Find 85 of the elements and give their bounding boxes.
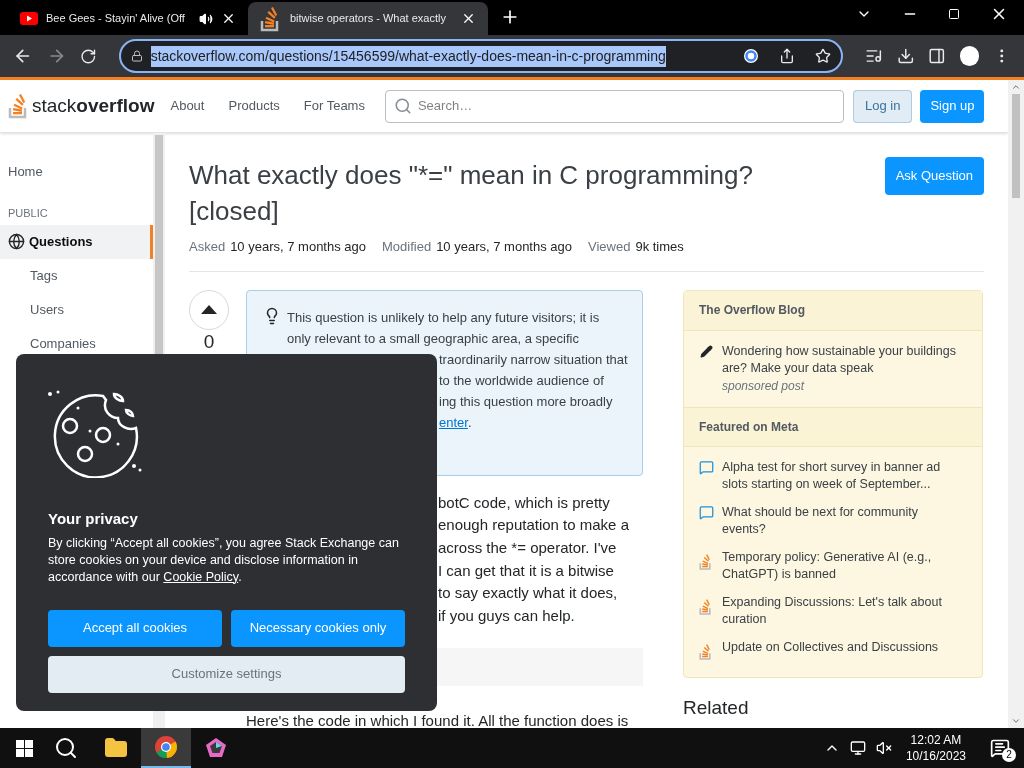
notice-line: to the worldwide audience of [439, 371, 604, 390]
nav-item[interactable]: Users [0, 292, 153, 327]
sidebar-heading: Featured on Meta [699, 418, 799, 436]
media-icon[interactable] [865, 47, 883, 65]
sponsored-note: sponsored post [722, 377, 806, 395]
tab-title: bitwise operators - What exactly [290, 11, 447, 27]
search-icon [393, 97, 412, 115]
nav-item[interactable]: Home [0, 155, 153, 189]
body-line: botC code, which is pretty [438, 492, 610, 513]
network-icon[interactable] [849, 740, 866, 756]
address-bar[interactable]: stackoverflow.com/questions/15456599/what-exactly-does-mean-in-c-programming [118, 39, 844, 73]
body-line: enough reputation to make a [438, 515, 629, 536]
video-icon [20, 12, 38, 25]
notifications-icon[interactable] [990, 738, 1010, 758]
sidebar-link[interactable]: Temporary policy: Generative AI (e.g., ChatGPT) is banned [722, 548, 963, 583]
meta-label: Viewed [588, 238, 631, 256]
vote-count: 0 [202, 330, 216, 353]
meta-value: 10 years, 7 months ago [230, 238, 366, 256]
notice-line: only relevant to a small geographic area, a specific [287, 329, 580, 348]
search-input[interactable]: Search… [417, 96, 835, 116]
nav-link[interactable]: About [162, 96, 213, 116]
meta-value: 9k times [635, 238, 684, 256]
close-icon[interactable] [461, 11, 476, 26]
windows-start-icon[interactable] [16, 739, 33, 757]
meta-value: 10 years, 7 months ago [436, 238, 572, 256]
meta-label: Asked [189, 238, 226, 256]
profile-avatar[interactable] [959, 46, 980, 66]
body-line: across the *= operator. I've [438, 537, 617, 558]
privacy-title: Your privacy [48, 509, 139, 529]
download-icon[interactable] [896, 47, 915, 65]
clock-date: 10/16/2023 [905, 748, 966, 764]
lock-icon [130, 50, 143, 62]
side-panel-icon[interactable] [928, 47, 946, 65]
speaker-icon[interactable] [199, 11, 213, 26]
restore-icon[interactable] [948, 8, 960, 20]
site-logo[interactable]: stackoverflow [8, 91, 155, 121]
notice-punctuation: . [467, 414, 472, 430]
nav-link[interactable]: Products [220, 96, 288, 116]
login-button[interactable]: Log in [852, 89, 913, 123]
tab-title: Bee Gees - Stayin' Alive (Off [46, 11, 186, 27]
share-icon[interactable] [779, 48, 796, 64]
help-center-link[interactable]: enter [439, 414, 468, 430]
notice-line: ing this question more broadly [439, 392, 613, 411]
nav-heading: PUBLIC [8, 206, 48, 221]
sidebar-link[interactable]: Update on Collectives and Discussions [722, 638, 939, 656]
notice-line: traordinarily narrow situation that [439, 350, 628, 369]
notification-count: 2 [1002, 748, 1016, 762]
bookmark-star-icon[interactable] [815, 48, 832, 64]
url-text: stackoverflow.com/questions/15456599/what-exactly-does-mean-in-c-programming [150, 45, 666, 67]
speech-bubble-icon [698, 504, 714, 520]
search-field[interactable]: Search… [384, 89, 844, 123]
nav-item[interactable]: Tags [0, 258, 153, 293]
muted-volume-icon[interactable] [875, 740, 892, 756]
clock-time: 12:02 AM [910, 732, 962, 748]
sidebar-heading: The Overflow Blog [699, 302, 805, 319]
speech-bubble-icon [698, 459, 714, 475]
meta-label: Modified [382, 238, 432, 256]
pencil-icon [699, 344, 713, 358]
notice-line: This question is unlikely to help any future visitors; it is [287, 308, 601, 327]
chrome-icon[interactable] [141, 728, 191, 768]
sidebar-link[interactable]: Expanding Discussions: Let's talk about curation [722, 593, 963, 628]
question-title: What exactly does "*=" mean in C programming? [189, 159, 753, 192]
body-line: I can get that it is a bitwise [438, 560, 614, 581]
body-line: to say exactly what it does, [438, 583, 618, 604]
nav-item[interactable]: Questions [0, 224, 153, 259]
up-arrow-icon [201, 305, 217, 314]
globe-icon [8, 233, 25, 250]
related-heading: Related [683, 695, 750, 720]
privacy-text: By clicking “Accept all cookies”, you agree Stack Exchange can store cookies on your device and disclose information in accordance with our Cookie Policy. [48, 534, 400, 586]
sidebar-link[interactable]: What should be next for community events? [722, 503, 963, 538]
customize-settings-button[interactable]: Customize settings [48, 655, 405, 693]
scroll-up-icon[interactable] [1011, 82, 1021, 92]
paragraph-text: Here's the code in which I found it. All the function does is [246, 710, 630, 731]
closed-status: [closed] [189, 195, 280, 228]
browser-tab[interactable]: Bee Gees - Stayin' Alive (Off [8, 2, 248, 35]
body-line: if you guys can help. [438, 606, 575, 626]
sidebar-link[interactable]: Wondering how sustainable your buildings are? Make your data speak [722, 342, 963, 377]
logo-text: stackoverflow [32, 93, 155, 118]
sidebar-link[interactable]: Alpha test for short survey in banner ad slots starting on week of September... [722, 458, 963, 493]
scroll-down-icon[interactable] [1011, 716, 1021, 726]
reload-icon[interactable] [80, 47, 97, 65]
close-icon[interactable] [221, 11, 236, 26]
browser-tab[interactable]: bitwise operators - What exactly [248, 2, 488, 35]
nav-link[interactable]: For Teams [295, 96, 373, 116]
scrollbar-thumb[interactable] [1012, 94, 1020, 198]
